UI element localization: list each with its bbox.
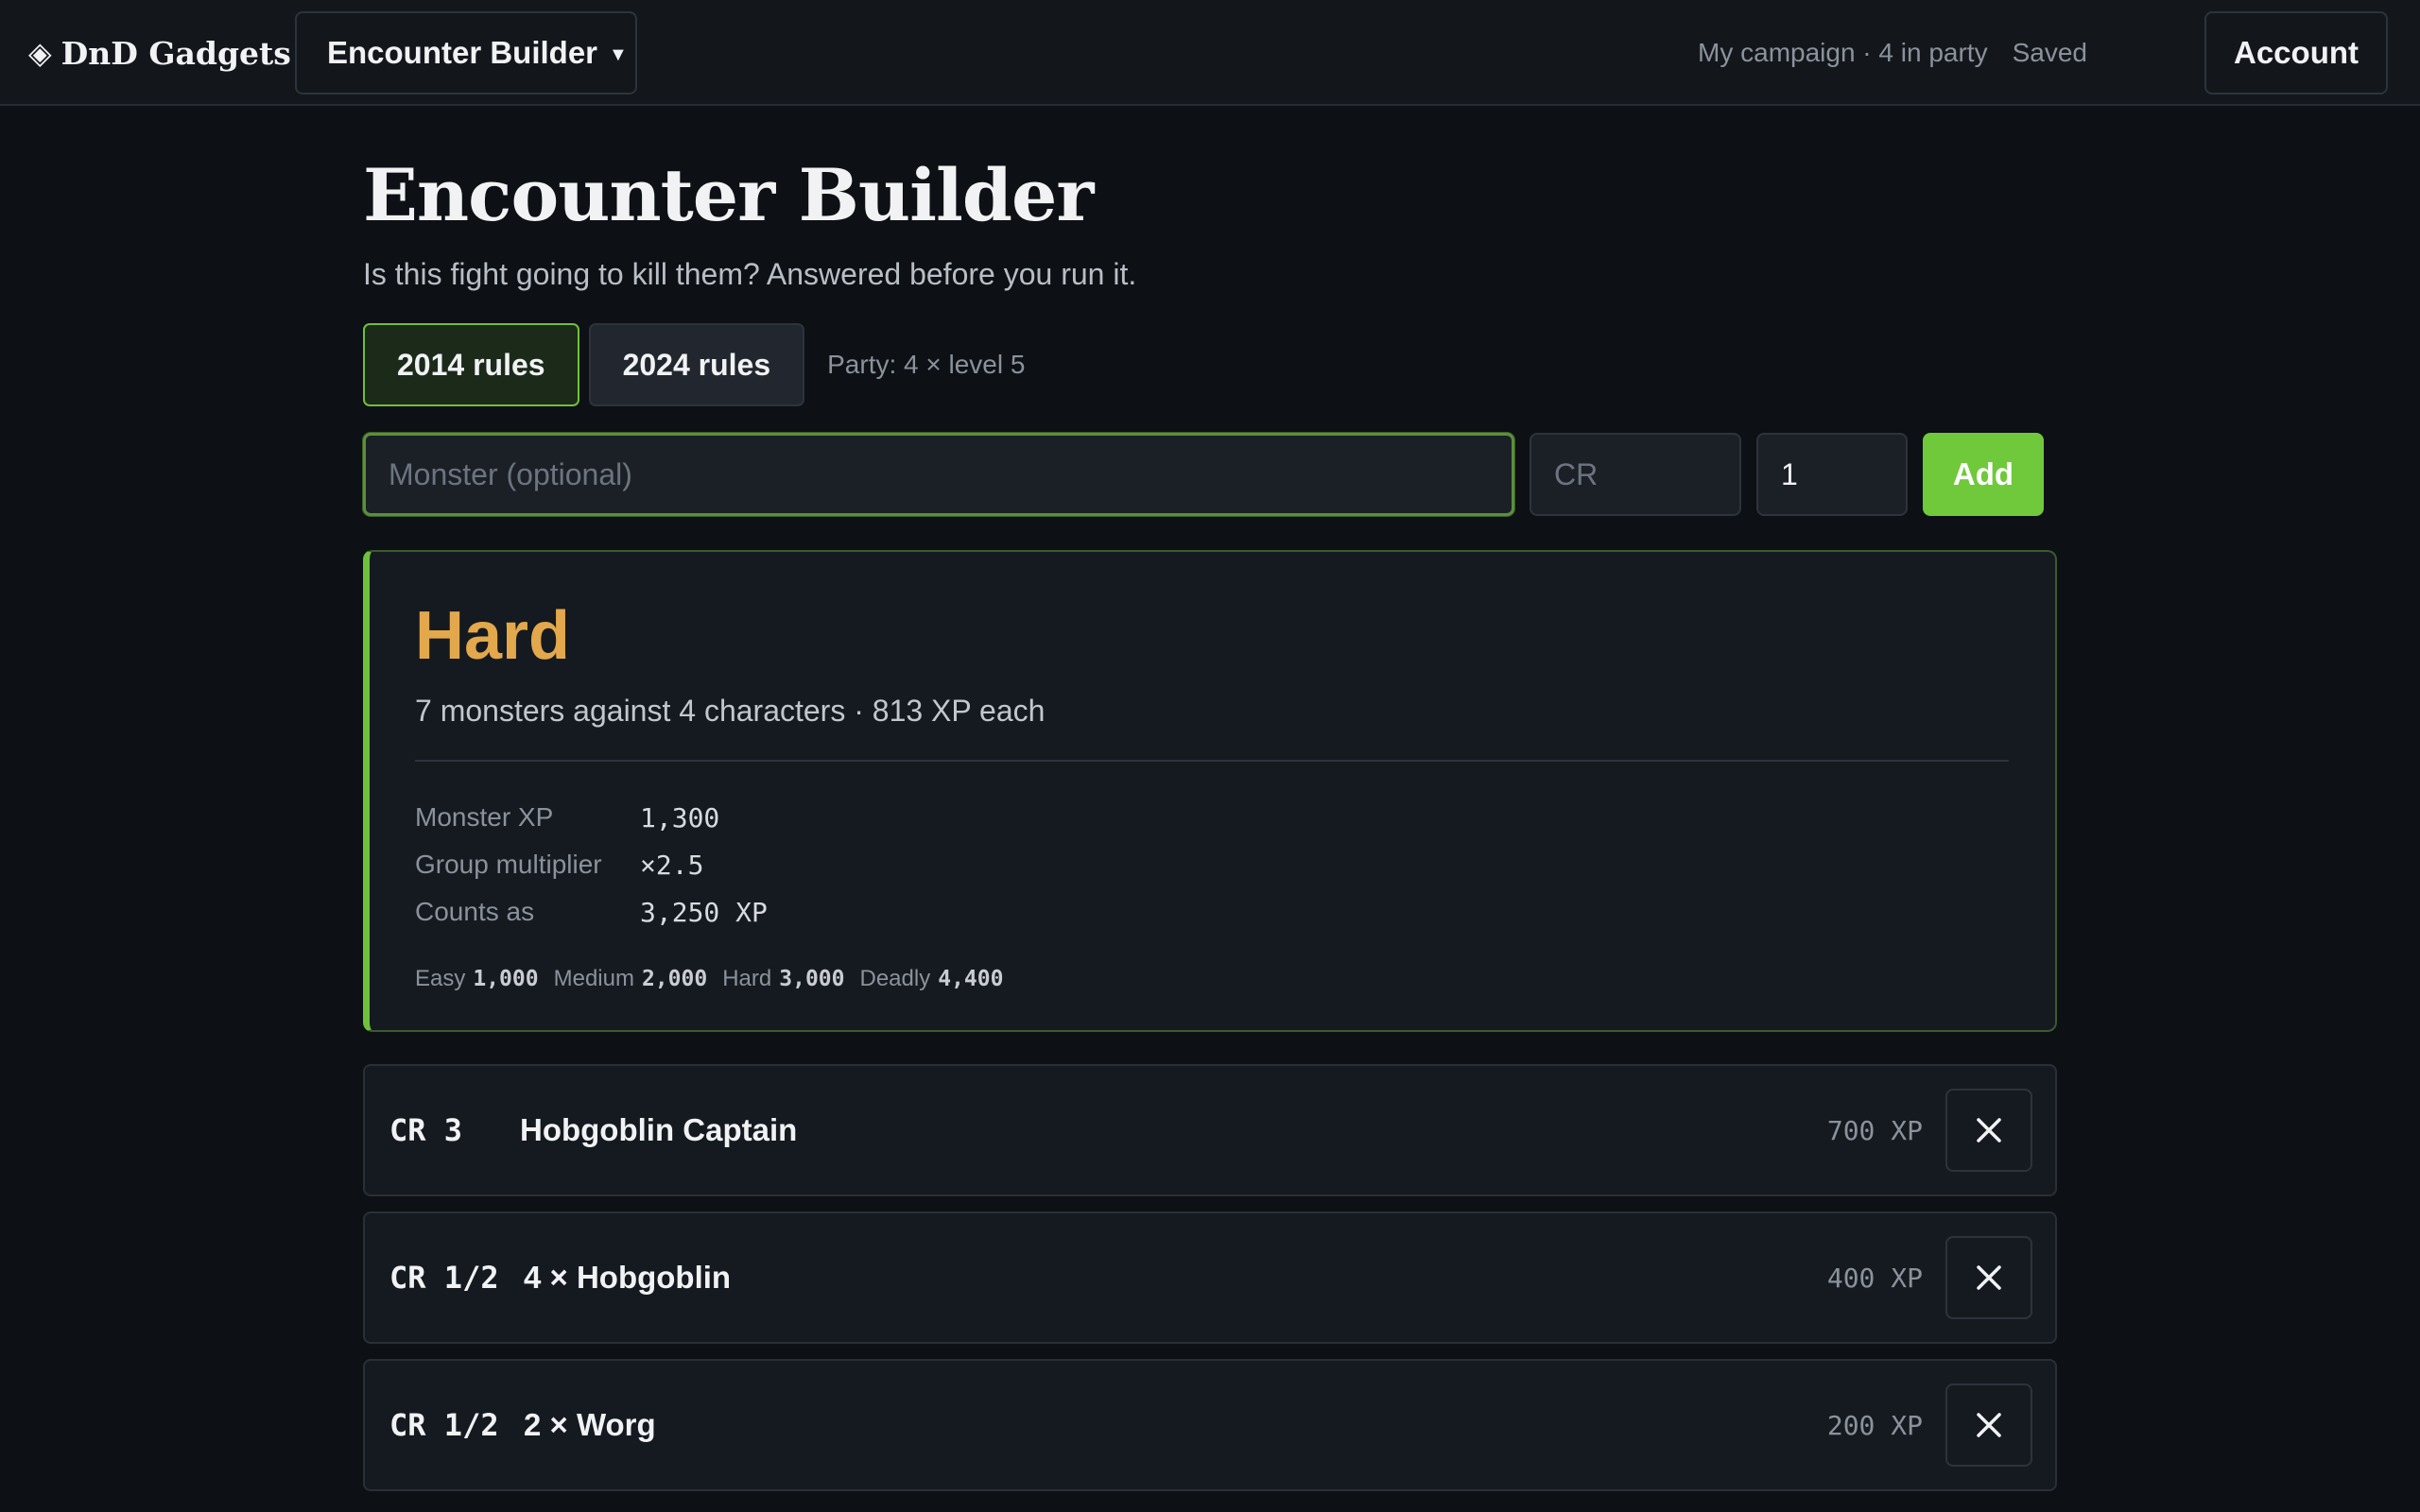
tool-switcher-label: Encounter Builder bbox=[327, 35, 598, 70]
caret-down-icon: ▼ bbox=[609, 43, 628, 65]
close-icon bbox=[1977, 1413, 2001, 1437]
stat-value: ×2.5 bbox=[640, 849, 704, 881]
threshold-deadly: Deadly 4,400 bbox=[860, 966, 1004, 992]
encounter-summary: 7 monsters against 4 characters · 813 XP… bbox=[415, 694, 1046, 728]
stat-label: Group multiplier bbox=[415, 850, 602, 879]
stat-label: Counts as bbox=[415, 897, 535, 926]
campaign-info[interactable]: My campaign · 4 in party bbox=[1698, 38, 1988, 68]
threshold-medium: Medium 2,000 bbox=[554, 966, 708, 992]
stat-group-multiplier: Group multiplier ×2.5 bbox=[415, 841, 768, 888]
page-title: Encounter Builder bbox=[363, 153, 1094, 237]
threshold-easy: Easy 1,000 bbox=[415, 966, 539, 992]
brand-link[interactable]: ◈ DnD Gadgets bbox=[28, 0, 291, 106]
xp-thresholds: Easy 1,000 Medium 2,000 Hard 3,000 Deadl… bbox=[415, 966, 1003, 992]
remove-monster-button[interactable] bbox=[1945, 1236, 2032, 1319]
rules-selector: 2014 rules 2024 rules Party: 4 × level 5 bbox=[363, 323, 1025, 406]
campaign-status: My campaign · 4 in party Saved bbox=[1698, 0, 2087, 106]
top-bar: ◈ DnD Gadgets Encounter Builder ▼ My cam… bbox=[0, 0, 2420, 106]
close-icon bbox=[1977, 1265, 2001, 1290]
party-summary[interactable]: Party: 4 × level 5 bbox=[827, 350, 1025, 380]
stat-value: 3,250 XP bbox=[640, 896, 768, 928]
monster-row: CR 1/2 2 × Worg 200 XP bbox=[363, 1359, 2057, 1491]
monster-name: Hobgoblin Captain bbox=[520, 1112, 798, 1147]
divider bbox=[415, 760, 2009, 762]
remove-monster-button[interactable] bbox=[1945, 1383, 2032, 1467]
monster-input[interactable] bbox=[363, 433, 1514, 516]
threshold-value: 3,000 bbox=[779, 967, 845, 991]
tool-switcher-dropdown[interactable]: Encounter Builder ▼ bbox=[295, 11, 637, 94]
monster-cr: CR 1/2 bbox=[389, 1407, 499, 1443]
quantity-input[interactable] bbox=[1756, 433, 1908, 516]
monster-cr: CR 3 bbox=[389, 1112, 463, 1148]
rules-2014-button[interactable]: 2014 rules bbox=[363, 323, 579, 406]
monster-row: CR 3 Hobgoblin Captain 700 XP bbox=[363, 1064, 2057, 1196]
stat-label: Monster XP bbox=[415, 802, 554, 832]
diamond-logo-icon: ◈ bbox=[28, 35, 52, 71]
remove-monster-button[interactable] bbox=[1945, 1089, 2032, 1172]
monster-xp: 400 XP bbox=[1826, 1262, 1923, 1294]
rules-2024-button[interactable]: 2024 rules bbox=[588, 323, 805, 406]
add-button[interactable]: Add bbox=[1923, 433, 2044, 516]
difficulty-card: Hard 7 monsters against 4 characters · 8… bbox=[363, 550, 2057, 1032]
threshold-label: Deadly bbox=[859, 966, 931, 991]
threshold-hard: Hard 3,000 bbox=[722, 966, 844, 992]
threshold-label: Easy bbox=[415, 966, 466, 991]
account-button[interactable]: Account bbox=[2204, 11, 2388, 94]
monster-xp: 200 XP bbox=[1826, 1409, 1923, 1441]
monster-name: 2 × Worg bbox=[524, 1407, 656, 1442]
threshold-value: 2,000 bbox=[641, 967, 708, 991]
monster-name: 4 × Hobgoblin bbox=[524, 1260, 732, 1295]
monster-list: CR 3 Hobgoblin Captain 700 XP CR 1/2 4 ×… bbox=[363, 1064, 2057, 1506]
xp-stats: Monster XP 1,300 Group multiplier ×2.5 C… bbox=[415, 794, 768, 936]
monster-cr: CR 1/2 bbox=[389, 1260, 499, 1296]
threshold-value: 1,000 bbox=[473, 967, 539, 991]
threshold-label: Hard bbox=[722, 966, 772, 991]
brand-name: DnD Gadgets bbox=[60, 34, 291, 72]
page-subtitle: Is this fight going to kill them? Answer… bbox=[363, 257, 1137, 291]
difficulty-level: Hard bbox=[415, 598, 571, 674]
stat-monster-xp: Monster XP 1,300 bbox=[415, 794, 768, 841]
save-status: Saved bbox=[2012, 38, 2087, 67]
monster-xp: 700 XP bbox=[1826, 1114, 1923, 1146]
threshold-label: Medium bbox=[553, 966, 634, 991]
stat-value: 1,300 bbox=[640, 801, 720, 833]
add-monster-form: Add bbox=[363, 433, 2044, 516]
threshold-value: 4,400 bbox=[938, 967, 1004, 991]
cr-input[interactable] bbox=[1530, 433, 1741, 516]
close-icon bbox=[1977, 1118, 2001, 1143]
monster-row: CR 1/2 4 × Hobgoblin 400 XP bbox=[363, 1211, 2057, 1344]
stat-counts-as: Counts as 3,250 XP bbox=[415, 888, 768, 936]
